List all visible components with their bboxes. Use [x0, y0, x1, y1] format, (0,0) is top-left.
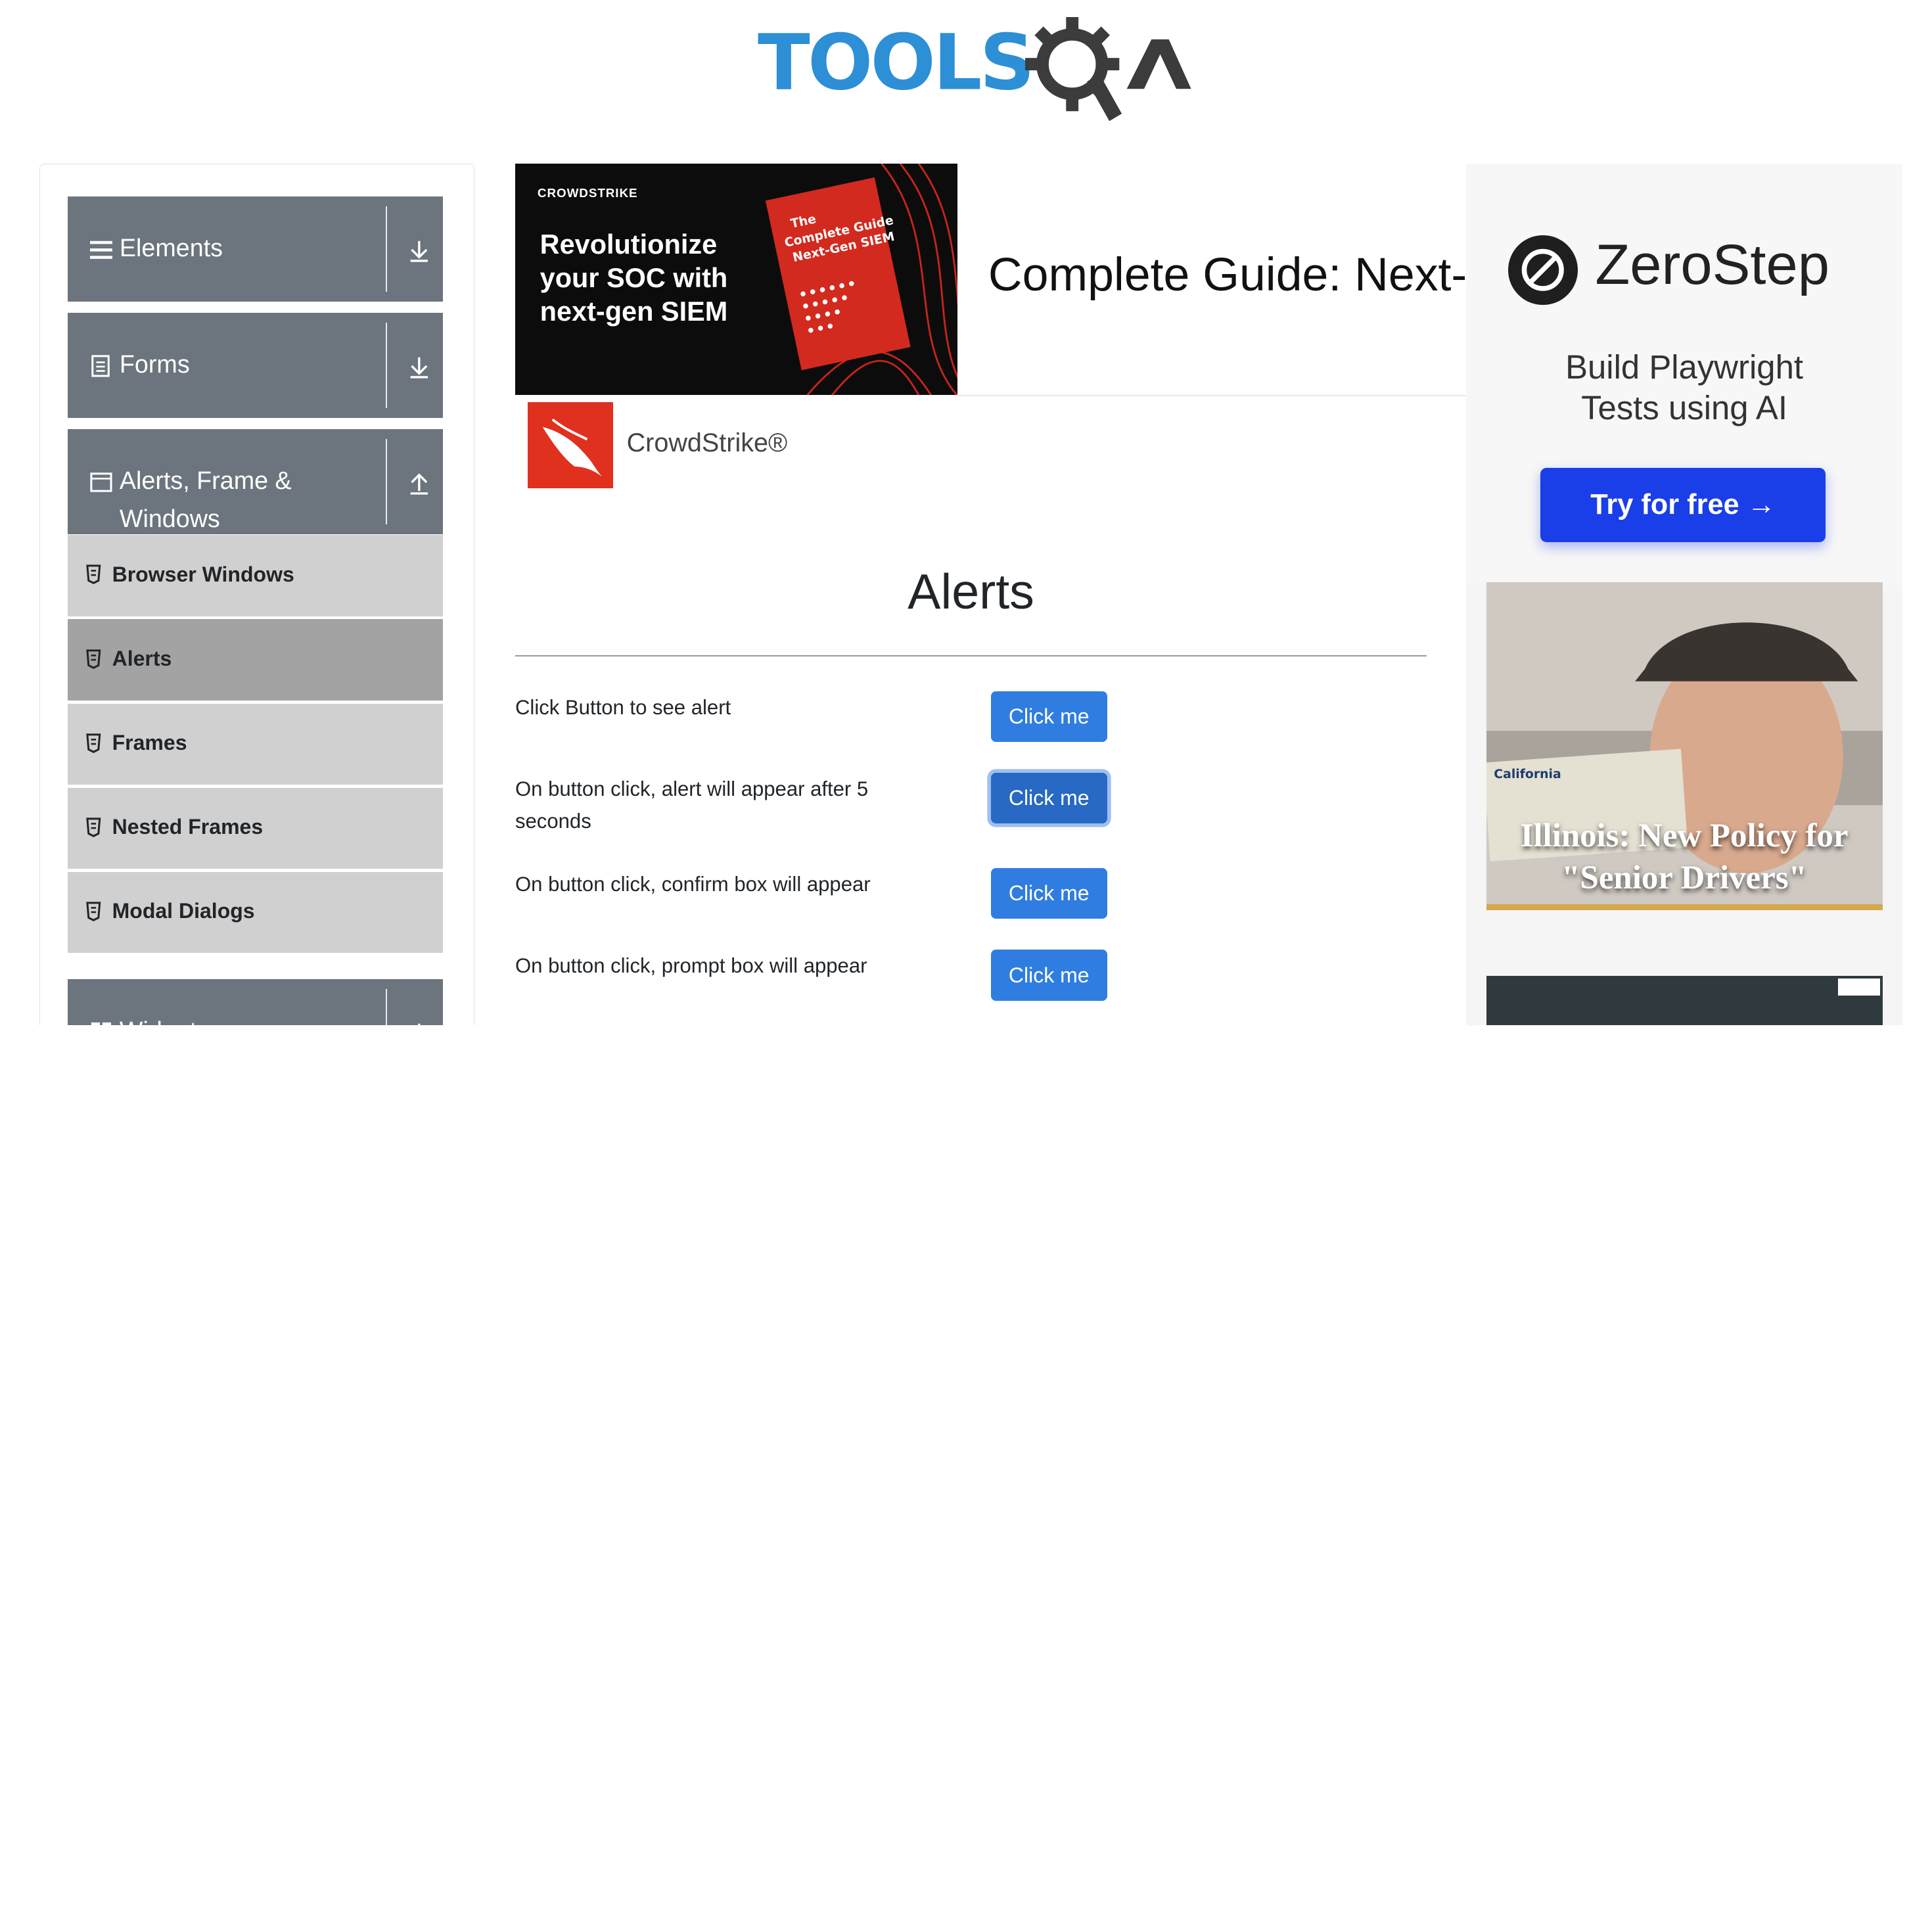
zerostep-logo-icon: [1508, 235, 1578, 305]
group-alerts-label-line2: Windows: [119, 505, 220, 533]
menu-item-label: Nested Frames: [112, 815, 264, 839]
upload-icon[interactable]: [407, 471, 432, 496]
group-elements-label: Elements: [119, 233, 223, 262]
senior-drivers-ad[interactable]: California Illinois: New Policy for "Sen…: [1486, 582, 1883, 904]
crowdstrike-ad-image[interactable]: CROWDSTRIKE Revolutionize your SOC with …: [515, 163, 957, 396]
group-forms-label: Forms: [119, 350, 190, 378]
html5-icon: [86, 564, 101, 585]
left-panel: Elements Forms Alerts, Frame & Windows B…: [39, 163, 474, 1026]
document-icon: [91, 355, 110, 377]
group-widgets[interactable]: Widgets: [67, 978, 443, 1026]
zerostep-tagline: Build Playwright Tests using AI: [1565, 348, 1804, 426]
ad-brand: CROWDSTRIKE: [537, 185, 638, 200]
timer-alert-button[interactable]: Click me: [990, 772, 1107, 824]
grid-icon: [91, 1022, 111, 1026]
bottom-ad-image[interactable]: [1486, 976, 1883, 1026]
hamburger-icon: [89, 241, 112, 259]
html5-icon: [86, 649, 101, 669]
group-alerts-label-line1: Alerts, Frame &: [119, 467, 292, 495]
confirm-row-label: On button click, confirm box will appear: [515, 873, 871, 896]
menu-item-frames[interactable]: Frames: [67, 702, 443, 785]
adchoices-icon[interactable]: [1837, 978, 1880, 996]
ad-headline: Revolutionize your SOC with next-gen SIE…: [540, 228, 728, 327]
download-icon[interactable]: [407, 355, 432, 380]
svg-text:California: California: [1494, 768, 1561, 781]
download-icon[interactable]: [407, 239, 432, 264]
menu-item-nested-frames[interactable]: Nested Frames: [67, 787, 443, 869]
zerostep-ad[interactable]: ZeroStep Build Playwright Tests using AI…: [1466, 163, 1902, 585]
prompt-row-label: On button click, prompt box will appear: [515, 954, 867, 978]
page-title: Alerts: [908, 564, 1034, 620]
right-ad-column: ZeroStep Build Playwright Tests using AI…: [1466, 163, 1902, 1026]
toolsqa-logo[interactable]: TOOLS: [758, 17, 1191, 122]
timer-alert-row-label: On button click, alert will appear after…: [515, 777, 869, 833]
menu-item-label: Modal Dialogs: [112, 899, 255, 923]
menu-item-browser-windows[interactable]: Browser Windows: [67, 534, 443, 616]
ad-advertiser-name[interactable]: CrowdStrike®: [627, 428, 788, 458]
menu-item-alerts[interactable]: Alerts: [67, 618, 443, 701]
group-widgets-label: Widgets: [120, 1011, 209, 1026]
confirm-button[interactable]: Click me: [990, 868, 1107, 919]
prompt-button[interactable]: Click me: [990, 950, 1107, 1001]
alert-button[interactable]: Click me: [990, 691, 1107, 742]
ad-title[interactable]: Complete Guide: Next-: [988, 248, 1466, 302]
window-icon: [90, 472, 112, 492]
svg-text:TOOLS: TOOLS: [758, 18, 1032, 108]
menu-item-modal-dialogs[interactable]: Modal Dialogs: [67, 871, 443, 954]
crowdstrike-logo[interactable]: [527, 402, 613, 488]
download-icon[interactable]: [407, 1021, 432, 1026]
html5-icon: [86, 817, 101, 837]
try-for-free-button[interactable]: Try for free →: [1540, 468, 1826, 543]
title-divider: [515, 655, 1427, 656]
menu-item-label: Browser Windows: [112, 562, 294, 586]
group-elements[interactable]: Elements: [67, 196, 443, 302]
menu-item-label: Alerts: [112, 646, 172, 670]
photo-ad-caption: Illinois: New Policy for "Senior Drivers…: [1520, 817, 1849, 897]
menu-item-label: Frames: [112, 731, 187, 755]
group-forms[interactable]: Forms: [67, 312, 443, 419]
group-alerts-frame-windows[interactable]: Alerts, Frame & Windows: [67, 429, 443, 535]
zerostep-brand: ZeroStep: [1595, 233, 1829, 297]
alert-row-label: Click Button to see alert: [515, 695, 731, 719]
html5-icon: [86, 902, 101, 922]
html5-icon: [86, 733, 101, 753]
